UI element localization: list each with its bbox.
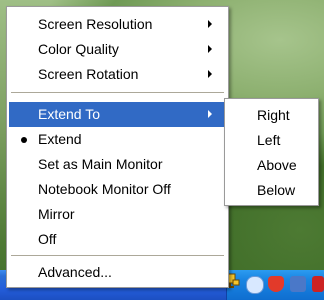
submenu-item-below[interactable]: Below: [227, 178, 316, 203]
menu-separator: [11, 92, 224, 93]
submenu-item-above[interactable]: Above: [227, 153, 316, 178]
menu-item-label: Extend To: [38, 106, 101, 122]
menu-item-notebook-monitor-off[interactable]: Notebook Monitor Off: [9, 177, 226, 202]
menu-item-label: Screen Rotation: [38, 66, 139, 82]
menu-item-extend[interactable]: Extend: [9, 127, 226, 152]
submenu-item-left[interactable]: Left: [227, 128, 316, 153]
menu-item-label: Screen Resolution: [38, 16, 153, 32]
menu-separator: [11, 255, 224, 256]
menu-item-advanced[interactable]: Advanced...: [9, 260, 226, 285]
submenu-item-label: Left: [257, 132, 281, 148]
menu-item-screen-resolution[interactable]: Screen Resolution: [9, 12, 226, 37]
menu-item-label: Set as Main Monitor: [38, 156, 163, 172]
menu-item-color-quality[interactable]: Color Quality: [9, 37, 226, 62]
menu-item-label: Advanced...: [38, 264, 112, 280]
volume-icon[interactable]: [290, 276, 306, 292]
network-icon[interactable]: [246, 276, 264, 294]
menu-item-mirror[interactable]: Mirror: [9, 202, 226, 227]
submenu-item-right[interactable]: Right: [227, 103, 316, 128]
menu-item-label: Off: [38, 231, 57, 247]
submenu-arrow-icon: [208, 70, 212, 78]
alert-icon[interactable]: [312, 276, 324, 292]
display-context-menu: Screen Resolution Color Quality Screen R…: [6, 6, 229, 288]
menu-item-off[interactable]: Off: [9, 227, 226, 252]
submenu-arrow-icon: [208, 20, 212, 28]
submenu-item-label: Below: [257, 182, 296, 198]
submenu-item-label: Right: [257, 107, 290, 123]
menu-item-label: Color Quality: [38, 41, 119, 57]
radio-checked-icon: [21, 137, 27, 143]
submenu-arrow-icon: [208, 110, 212, 118]
menu-item-extend-to[interactable]: Extend To: [9, 102, 226, 127]
extend-to-submenu: Right Left Above Below: [224, 98, 319, 206]
menu-item-label: Mirror: [38, 206, 75, 222]
submenu-item-label: Above: [257, 157, 297, 173]
security-shield-icon[interactable]: [268, 276, 284, 292]
menu-item-set-as-main-monitor[interactable]: Set as Main Monitor: [9, 152, 226, 177]
menu-item-label: Notebook Monitor Off: [38, 181, 171, 197]
menu-item-screen-rotation[interactable]: Screen Rotation: [9, 62, 226, 87]
submenu-arrow-icon: [208, 45, 212, 53]
menu-item-label: Extend: [38, 131, 82, 147]
